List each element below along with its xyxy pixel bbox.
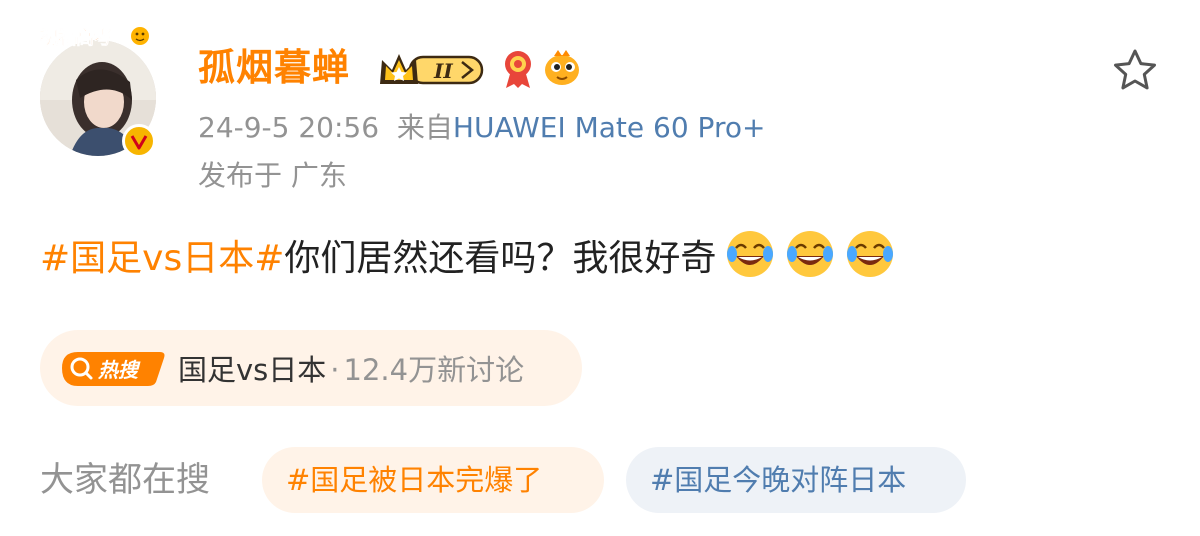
post-timestamp: 24-9-5 20:56 — [198, 111, 380, 144]
search-chip-1[interactable]: #国足被日本完爆了 — [262, 447, 604, 513]
post-body: 你们居然还看吗？我很好奇 — [284, 238, 717, 279]
vip-level-text: II — [433, 59, 453, 83]
post-meta: 24-9-5 20:56 来自HUAWEI Mate 60 Pro+ — [198, 108, 765, 148]
avatar-container[interactable]: 祝福高考 — [40, 27, 156, 158]
hot-search-topic: 国足vs日本 — [178, 353, 327, 387]
post-text: #国足vs日本#你们居然还看吗？我很好奇 — [40, 228, 896, 287]
star-icon[interactable] — [1110, 46, 1160, 96]
source-prefix: 来自 — [396, 111, 453, 144]
search-chip-2[interactable]: #国足今晚对阵日本 — [626, 447, 966, 513]
medal-icon[interactable] — [498, 46, 538, 90]
topic-link[interactable]: #国足vs日本# — [40, 238, 284, 279]
hot-search-text: 国足vs日本 · 12.4万新讨论 — [178, 347, 524, 389]
hot-search-tag: 热搜 — [62, 352, 165, 386]
laugh-cry-emoji — [787, 231, 834, 277]
laugh-cry-emoji — [727, 231, 774, 277]
crown-icon[interactable]: II — [378, 48, 488, 90]
verified-icon — [122, 124, 156, 158]
hot-search-card[interactable]: 热搜 国足vs日本 · 12.4万新讨论 — [40, 330, 582, 406]
post-location: 发布于 广东 — [198, 159, 347, 192]
fish-icon[interactable] — [540, 48, 584, 90]
laugh-cry-emoji — [847, 231, 894, 277]
device-link[interactable]: HUAWEI Mate 60 Pro+ — [453, 111, 766, 144]
avatar-frame-banner: 祝福高考 — [40, 27, 149, 49]
hot-search-tag-label: 热搜 — [97, 358, 141, 382]
username[interactable]: 孤烟暮蝉 — [198, 44, 350, 92]
hot-search-separator: · — [330, 353, 340, 387]
everyone-search-label: 大家都在搜 — [40, 460, 210, 500]
avatar-frame-text: 祝福高考 — [40, 27, 112, 49]
hot-search-count: 12.4万新讨论 — [343, 353, 525, 387]
